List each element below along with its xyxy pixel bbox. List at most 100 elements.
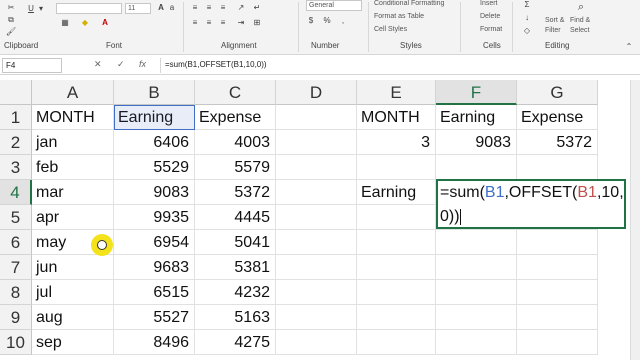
cell-styles-button[interactable]: Cell Styles [374,26,407,33]
cell-g9[interactable] [517,305,598,330]
format-as-table-button[interactable]: Format as Table [374,13,424,20]
currency-icon[interactable]: $ [306,16,316,25]
cell-a7[interactable]: jun [32,255,114,280]
cell-e6[interactable] [357,230,436,255]
cell-g6[interactable] [517,230,598,255]
row-header-2[interactable]: 2 [0,130,32,155]
cell-a5[interactable]: apr [32,205,114,230]
indent-icon[interactable]: ⇥ [236,18,246,27]
align-top-icon[interactable]: ≡ [190,3,200,12]
decrease-font-icon[interactable]: a [167,3,177,12]
cell-a10[interactable]: sep [32,330,114,355]
row-header-1[interactable]: 1 [0,105,32,130]
sort-filter-label[interactable]: Sort & [545,17,564,24]
cell-b4[interactable]: 9083 [114,180,195,205]
vertical-scrollbar[interactable] [630,80,640,360]
enter-icon[interactable]: ✓ [117,59,125,70]
cell-c1[interactable]: Expense [195,105,276,130]
cell-e1[interactable]: MONTH [357,105,436,130]
cell-b10[interactable]: 8496 [114,330,195,355]
orientation-icon[interactable]: ↗ [236,3,246,12]
cell-e7[interactable] [357,255,436,280]
percent-icon[interactable]: % [322,16,332,25]
cell-b8[interactable]: 6515 [114,280,195,305]
cell-editor-f4[interactable]: =sum(B1,OFFSET(B1,10, 0)) [436,179,626,229]
cell-g2[interactable]: 5372 [517,130,598,155]
column-header-e[interactable]: E [357,80,436,105]
cell-b9[interactable]: 5527 [114,305,195,330]
cell-c2[interactable]: 4003 [195,130,276,155]
cell-f1[interactable]: Earning [436,105,517,130]
cell-a1[interactable]: MONTH [32,105,114,130]
cell-d8[interactable] [276,280,357,305]
cell-c8[interactable]: 4232 [195,280,276,305]
cell-f3[interactable] [436,155,517,180]
autosum-icon[interactable]: Σ [522,0,532,9]
font-size-dropdown[interactable]: 11 [125,3,151,14]
cell-g8[interactable] [517,280,598,305]
name-box[interactable]: F4 [2,58,62,73]
cell-f2[interactable]: 9083 [436,130,517,155]
find-select-label[interactable]: Find & [570,17,590,24]
cell-a4[interactable]: mar [32,180,114,205]
align-bottom-icon[interactable]: ≡ [218,3,228,12]
format-button[interactable]: Format [480,26,502,33]
comma-icon[interactable]: , [338,16,348,25]
row-header-6[interactable]: 6 [0,230,32,255]
cell-d6[interactable] [276,230,357,255]
row-header-4[interactable]: 4 [0,180,32,205]
column-header-c[interactable]: C [195,80,276,105]
cell-e10[interactable] [357,330,436,355]
row-header-10[interactable]: 10 [0,330,32,355]
cell-e5[interactable] [357,205,436,230]
row-header-8[interactable]: 8 [0,280,32,305]
cell-g1[interactable]: Expense [517,105,598,130]
column-header-f[interactable]: F [436,80,517,105]
cell-c9[interactable]: 5163 [195,305,276,330]
underline-dropdown-icon[interactable]: ▾ [36,4,46,13]
cell-c10[interactable]: 4275 [195,330,276,355]
conditional-formatting-button[interactable]: Conditional Formatting [374,0,444,7]
cell-d1[interactable] [276,105,357,130]
cell-c7[interactable]: 5381 [195,255,276,280]
cell-d9[interactable] [276,305,357,330]
copy-icon[interactable]: ⧉ [6,15,16,24]
cut-icon[interactable]: ✂ [6,3,16,12]
underline-icon[interactable]: U [26,4,36,13]
cell-a3[interactable]: feb [32,155,114,180]
cell-d10[interactable] [276,330,357,355]
insert-button[interactable]: Insert [480,0,498,7]
cell-d4[interactable] [276,180,357,205]
cell-g3[interactable] [517,155,598,180]
cell-d7[interactable] [276,255,357,280]
cell-d2[interactable] [276,130,357,155]
insert-function-icon[interactable]: fx [139,59,146,69]
search-icon[interactable]: ⌕ [576,2,586,13]
cell-a9[interactable]: aug [32,305,114,330]
cell-e2[interactable]: 3 [357,130,436,155]
cell-b2[interactable]: 6406 [114,130,195,155]
formula-input[interactable]: =sum(B1,OFFSET(B1,10,0)) [160,58,638,73]
increase-font-icon[interactable]: A [156,3,166,12]
cell-b6[interactable]: 6954 [114,230,195,255]
merge-center-icon[interactable]: ⊞ [252,18,262,27]
select-label[interactable]: Select [570,27,589,34]
row-header-7[interactable]: 7 [0,255,32,280]
row-header-3[interactable]: 3 [0,155,32,180]
row-header-9[interactable]: 9 [0,305,32,330]
cancel-icon[interactable]: ✕ [94,59,102,70]
cell-c5[interactable]: 4445 [195,205,276,230]
worksheet-grid[interactable]: ABCDEFG 1 2 3 4 5 6 7 8 9 10 MONTH Earning Expense M… [0,80,640,360]
select-all-corner[interactable] [0,80,32,105]
delete-button[interactable]: Delete [480,13,500,20]
cell-a2[interactable]: jan [32,130,114,155]
format-painter-icon[interactable]: 🖌 [6,27,16,36]
column-header-d[interactable]: D [276,80,357,105]
cell-c4[interactable]: 5372 [195,180,276,205]
align-middle-icon[interactable]: ≡ [204,3,214,12]
cell-d3[interactable] [276,155,357,180]
filter-label[interactable]: Filter [545,27,561,34]
cell-b3[interactable]: 5529 [114,155,195,180]
cell-g10[interactable] [517,330,598,355]
cell-f6[interactable] [436,230,517,255]
